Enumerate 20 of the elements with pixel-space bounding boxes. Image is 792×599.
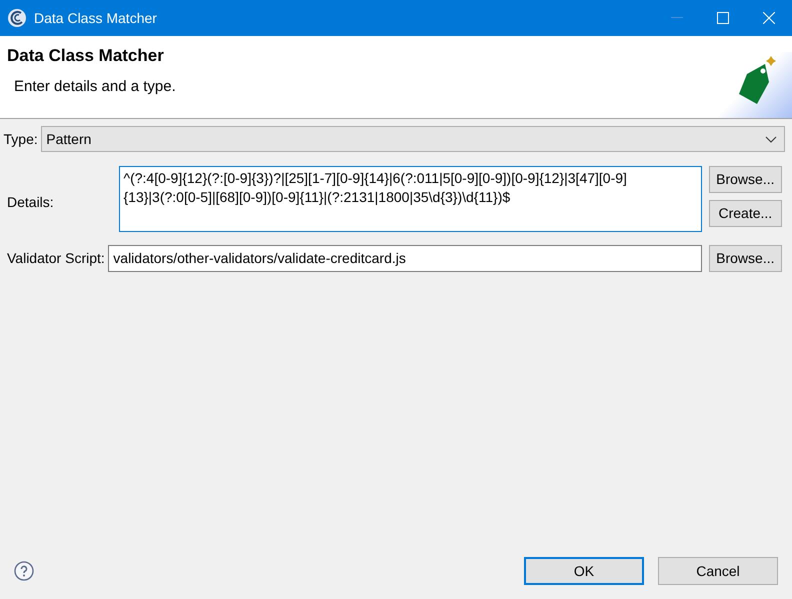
app-logo-icon	[7, 8, 27, 28]
dialog-button[interactable]: Cancel	[658, 557, 778, 585]
browse-button[interactable]: Browse...	[709, 245, 782, 272]
type-label: Type:	[4, 130, 38, 149]
dialog-subtitle: Enter details and a type.	[13, 76, 177, 96]
help-icon	[14, 561, 34, 581]
validator-field[interactable]: validators/other-validators/validate-creditcard.js	[108, 245, 702, 272]
details-button[interactable]: Browse...	[709, 166, 782, 193]
details-button[interactable]: Create...	[709, 200, 782, 227]
caret-icon	[764, 136, 776, 142]
type-dropdown[interactable]: Pattern	[41, 126, 785, 152]
details-label: Details:	[7, 192, 54, 212]
minimize-icon	[671, 17, 683, 19]
details-field[interactable]: ^(?:4[0-9]{12}(?:[0-9]{3})?|[25][1-7][0-9]{14}|6(?:011|5[0-9][0-9])[0-9]{12}|3[47][0-9]{13}|3(?:0[0-5]|[68][0-9])[0-9]{11}|(?:2131|1800|35\d{3})\d{11})$	[118, 166, 702, 232]
close-icon	[763, 12, 775, 24]
dialog-title: Data Class Matcher	[7, 45, 165, 67]
window-title: Data Class Matcher	[34, 8, 158, 28]
maximize-icon	[717, 12, 729, 24]
validator-label: Validator Script:	[7, 249, 105, 268]
dialog-button[interactable]: OK	[524, 557, 644, 585]
